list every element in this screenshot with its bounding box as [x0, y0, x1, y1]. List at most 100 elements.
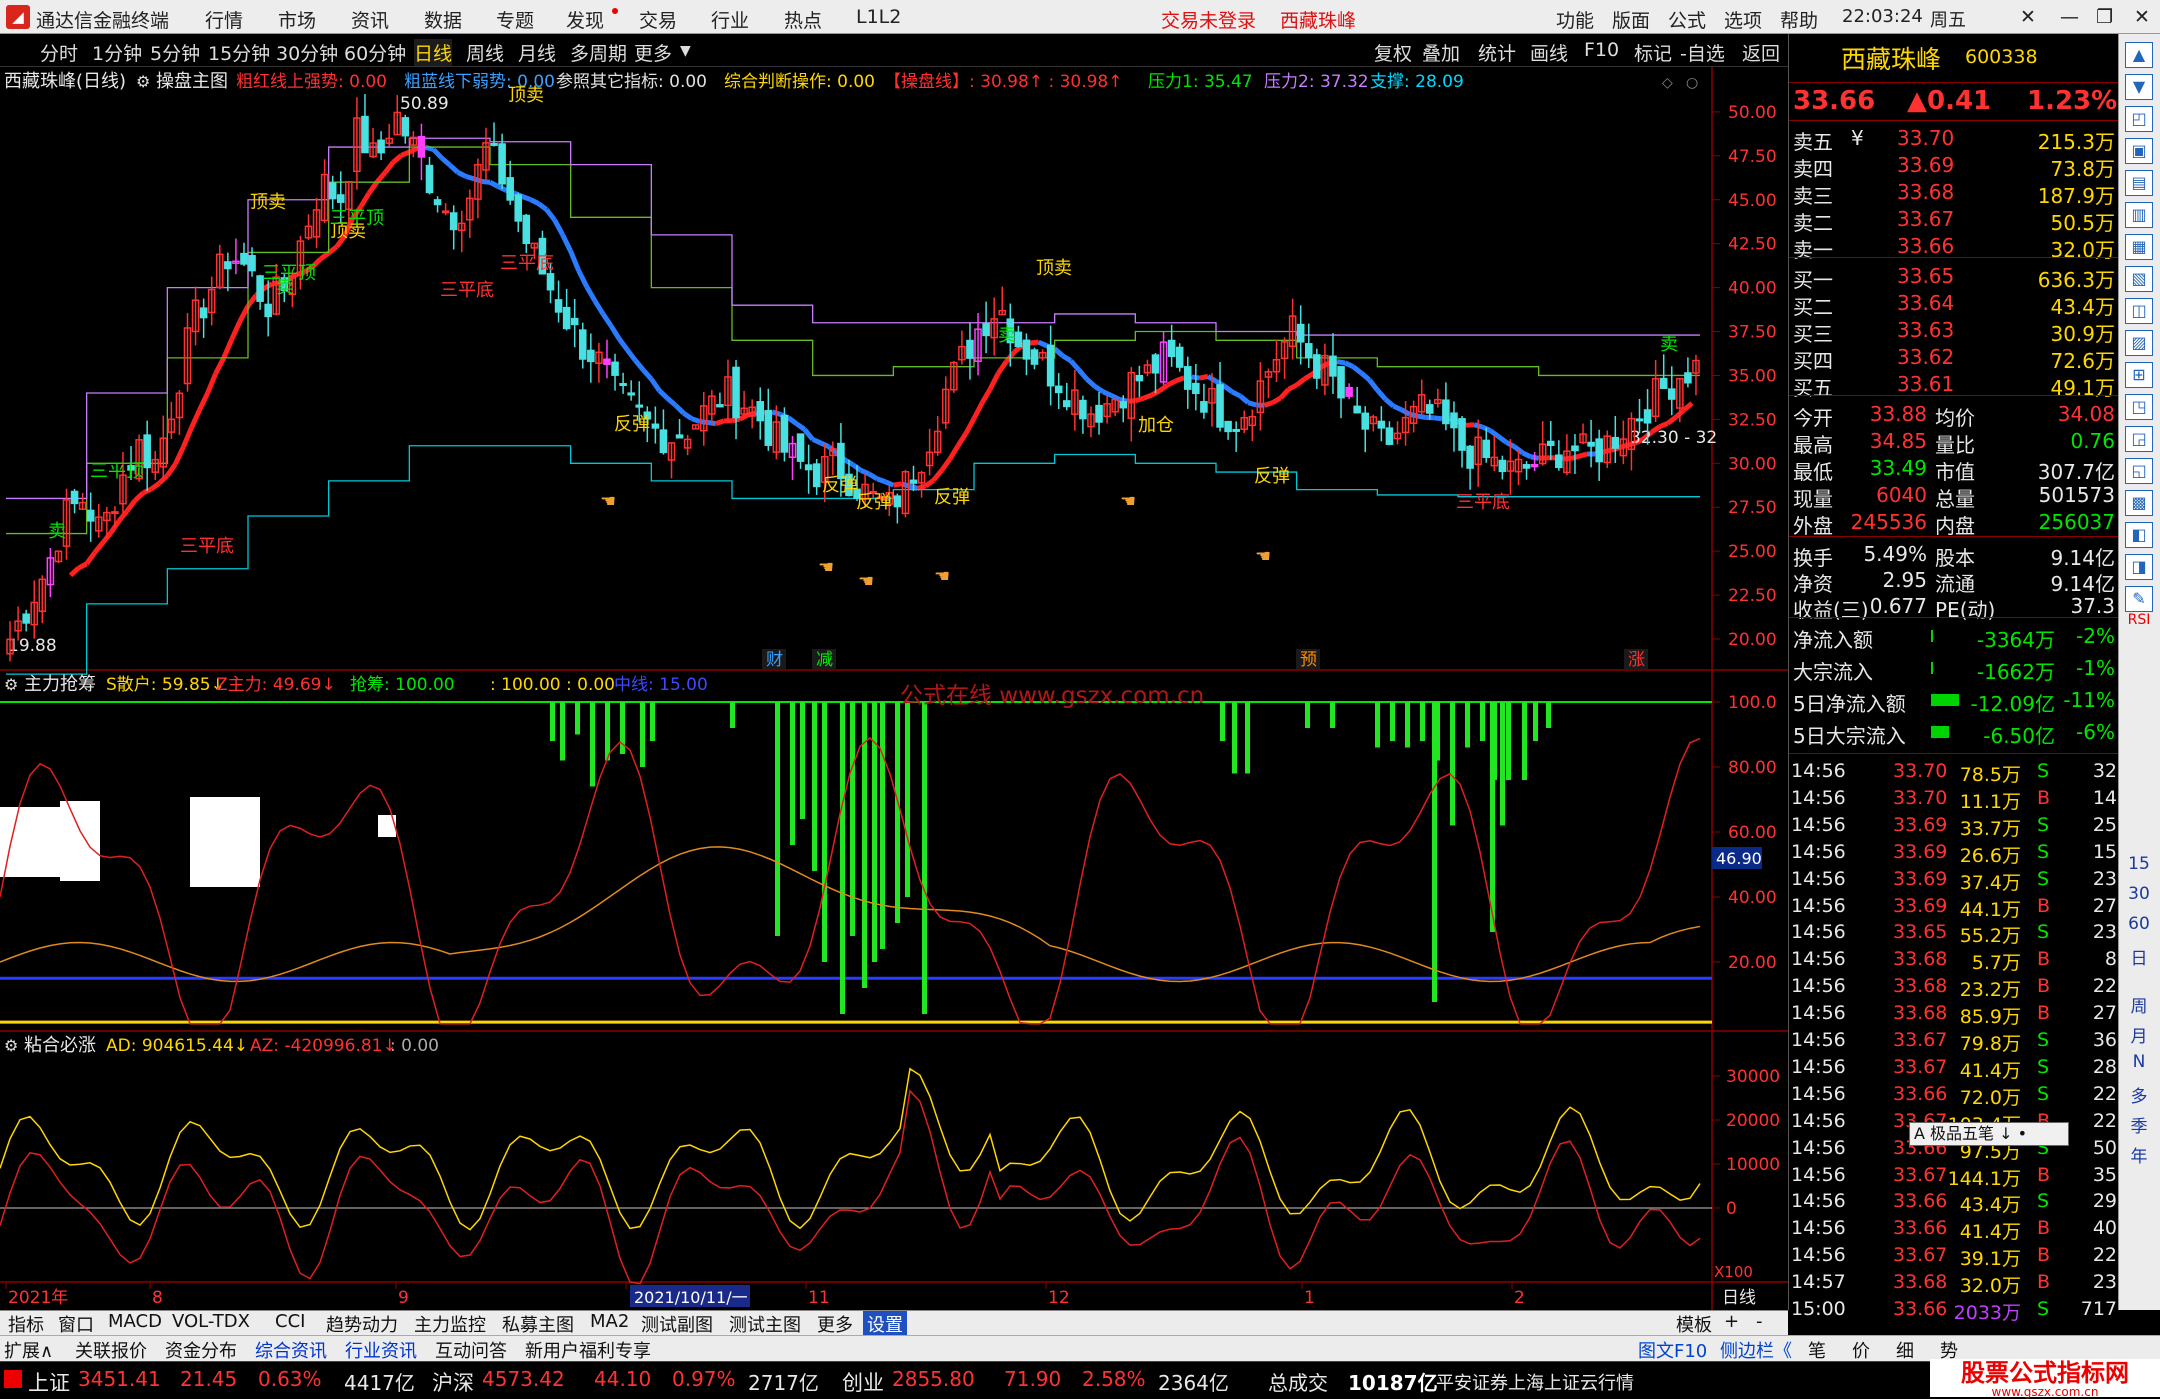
- tick-row[interactable]: 14:5633.6739.1万B22: [1789, 1242, 2119, 1269]
- ask-row[interactable]: 卖三33.68187.9万: [1789, 178, 2119, 205]
- menu-discover[interactable]: 发现: [566, 6, 604, 33]
- close-window-icon[interactable]: ✕: [2134, 6, 2150, 28]
- menu-trade[interactable]: 交易: [639, 6, 677, 33]
- menu-industry[interactable]: 行业: [711, 6, 749, 33]
- toolbar-btn-f10[interactable]: F10: [1584, 39, 1619, 61]
- settings-gear-icon[interactable]: ⚙: [4, 1036, 18, 1055]
- extension-tab[interactable]: 资金分布: [165, 1337, 237, 1363]
- period-tab[interactable]: 多周期: [570, 39, 627, 66]
- menu-news[interactable]: 资讯: [351, 6, 389, 33]
- ask-row[interactable]: 卖一33.6632.0万: [1789, 232, 2119, 259]
- main-formula-name[interactable]: 操盘主图: [156, 71, 228, 92]
- index-name[interactable]: 上证: [28, 1367, 70, 1397]
- indicator-tab[interactable]: 设置: [863, 1311, 907, 1337]
- tick-row[interactable]: 14:5633.6937.4万S23: [1789, 866, 2119, 893]
- diamond-icon[interactable]: ◇: [1662, 75, 1673, 91]
- indicator-tab[interactable]: 窗口: [54, 1311, 98, 1337]
- tick-row[interactable]: 14:5633.6823.2万B22: [1789, 973, 2119, 1000]
- sidebar-tab-price[interactable]: 价: [1852, 1337, 1870, 1363]
- tick-row[interactable]: 14:5633.6741.4万S28: [1789, 1054, 2119, 1081]
- menu-topic[interactable]: 专题: [496, 6, 534, 33]
- indicator-tab[interactable]: VOL-TDX: [168, 1311, 254, 1332]
- menu-layout[interactable]: 版面: [1612, 6, 1650, 33]
- tick-row[interactable]: 14:5633.6926.6万S15: [1789, 839, 2119, 866]
- toolbar-strip-icon[interactable]: ◳: [2125, 394, 2153, 420]
- period-tab[interactable]: 1分钟: [92, 39, 142, 66]
- period-tab[interactable]: 30分钟: [276, 39, 338, 66]
- period-strip-label[interactable]: 多: [2121, 1082, 2157, 1107]
- toolbar-btn-mark[interactable]: 标记: [1634, 39, 1672, 66]
- menu-options[interactable]: 选项: [1724, 6, 1762, 33]
- tick-row[interactable]: 14:5633.6779.8万S36: [1789, 1027, 2119, 1054]
- menu-market[interactable]: 市场: [278, 6, 316, 33]
- extension-tab[interactable]: 新用户福利专享: [525, 1337, 651, 1363]
- toolbar-strip-icon[interactable]: ◱: [2125, 458, 2153, 484]
- bid-row[interactable]: 买一33.65636.3万: [1789, 262, 2119, 289]
- period-strip-label[interactable]: 周: [2121, 992, 2157, 1017]
- indicator-tab[interactable]: MACD: [104, 1311, 166, 1332]
- tick-row[interactable]: 14:5633.6672.0万S22: [1789, 1081, 2119, 1108]
- index-name[interactable]: 创业: [842, 1367, 884, 1397]
- period-tab[interactable]: 月线: [518, 39, 556, 66]
- period-tab[interactable]: 更多: [634, 39, 672, 66]
- extension-tab[interactable]: 扩展∧: [4, 1337, 53, 1363]
- extension-tab[interactable]: 互动问答: [435, 1337, 507, 1363]
- tick-row[interactable]: 14:5633.6933.7万S25: [1789, 812, 2119, 839]
- indicator-tab[interactable]: 测试副图: [637, 1311, 717, 1337]
- toolbar-strip-icon[interactable]: ▣: [2125, 138, 2153, 164]
- login-status[interactable]: 交易未登录: [1161, 6, 1256, 33]
- tick-row[interactable]: 14:5633.67144.1万B35: [1789, 1162, 2119, 1189]
- tick-row[interactable]: 14:5633.6643.4万S29: [1789, 1188, 2119, 1215]
- ime-popup[interactable]: A 极品五笔 ↓ •: [1909, 1122, 2069, 1146]
- toolbar-strip-icon[interactable]: ▥: [2125, 202, 2153, 228]
- tick-row[interactable]: 14:5633.6885.9万B27: [1789, 1000, 2119, 1027]
- period-strip-label[interactable]: 30: [2121, 884, 2157, 904]
- ask-row[interactable]: 卖五¥33.70215.3万: [1789, 124, 2119, 151]
- tick-row[interactable]: 14:5633.685.7万B8: [1789, 946, 2119, 973]
- toolbar-strip-icon[interactable]: ◨: [2125, 554, 2153, 580]
- flow-row[interactable]: 大宗流入-1662万-1%: [1789, 654, 2119, 681]
- menu-l1l2[interactable]: L1L2: [856, 6, 901, 28]
- toolbar-strip-icon[interactable]: ◧: [2125, 522, 2153, 548]
- period-strip-label[interactable]: RSI: [2121, 612, 2157, 628]
- event-marker[interactable]: 预: [1300, 650, 1317, 670]
- bid-row[interactable]: 买五33.6149.1万: [1789, 370, 2119, 397]
- ask-row[interactable]: 卖四33.6973.8万: [1789, 151, 2119, 178]
- toolbar-strip-icon[interactable]: ✎: [2125, 586, 2153, 612]
- menu-data[interactable]: 数据: [424, 6, 462, 33]
- period-strip-label[interactable]: 年: [2121, 1142, 2157, 1167]
- chevron-down-icon[interactable]: ▼: [680, 43, 691, 59]
- flow-row[interactable]: 净流入额-3364万-2%: [1789, 622, 2119, 649]
- period-tab[interactable]: 5分钟: [150, 39, 200, 66]
- extension-tab[interactable]: 综合资讯: [255, 1337, 327, 1363]
- toolbar-strip-icon[interactable]: ◲: [2125, 426, 2153, 452]
- toolbar-btn-adjust[interactable]: 复权: [1374, 39, 1412, 66]
- indicator-tab[interactable]: 私募主图: [498, 1311, 578, 1337]
- menu-hot[interactable]: 热点: [784, 6, 822, 33]
- event-marker[interactable]: 财: [766, 650, 783, 670]
- period-strip-label[interactable]: 季: [2121, 1112, 2157, 1137]
- toolbar-strip-icon[interactable]: ▩: [2125, 490, 2153, 516]
- bid-row[interactable]: 买二33.6443.4万: [1789, 289, 2119, 316]
- toolbar-strip-icon[interactable]: ▨: [2125, 330, 2153, 356]
- menu-formula[interactable]: 公式: [1668, 6, 1706, 33]
- bid-row[interactable]: 买四33.6272.6万: [1789, 343, 2119, 370]
- tick-row[interactable]: 14:5733.6832.0万B23: [1789, 1269, 2119, 1296]
- event-marker[interactable]: 减: [816, 650, 833, 670]
- toolbar-strip-icon[interactable]: ▤: [2125, 170, 2153, 196]
- menu-help[interactable]: 帮助: [1780, 6, 1818, 33]
- toolbar-btn-back[interactable]: 返回: [1742, 39, 1780, 66]
- panel3-title[interactable]: 粘合必涨: [24, 1035, 96, 1056]
- close-icon-small[interactable]: ✕: [2020, 6, 2036, 28]
- event-marker[interactable]: 涨: [1628, 650, 1645, 670]
- bid-row[interactable]: 买三33.6330.9万: [1789, 316, 2119, 343]
- zoom-in-button[interactable]: +: [1724, 1311, 1739, 1332]
- tick-row[interactable]: 15:0033.662033万S717: [1789, 1296, 2119, 1323]
- period-strip-label[interactable]: 月: [2121, 1022, 2157, 1047]
- extension-tab[interactable]: 关联报价: [75, 1337, 147, 1363]
- circle-icon[interactable]: ○: [1686, 75, 1698, 91]
- toolbar-strip-icon[interactable]: ▦: [2125, 234, 2153, 260]
- toolbar-strip-icon[interactable]: ▲: [2125, 42, 2153, 68]
- toolbar-btn-stats[interactable]: 统计: [1478, 39, 1516, 66]
- period-tab[interactable]: 周线: [466, 39, 504, 66]
